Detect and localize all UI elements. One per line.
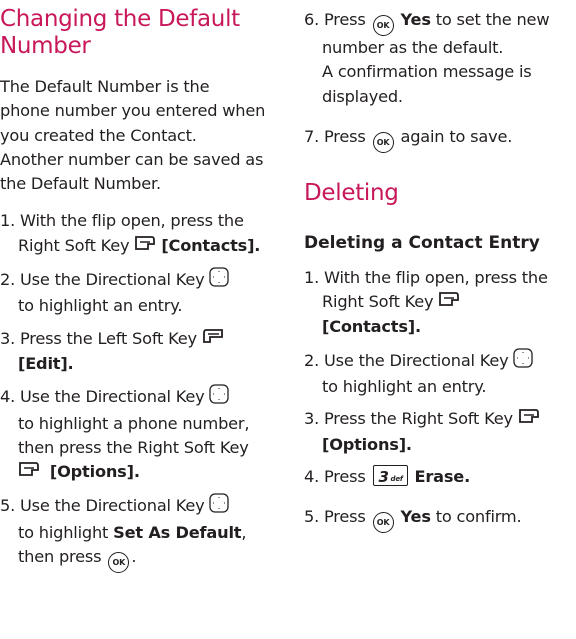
step-text: 5. Use the Directional Key: [0, 496, 205, 516]
key-3-letters: def: [390, 474, 403, 483]
section-heading-default-number: Changing the Default Number: [0, 6, 290, 60]
right-soft-key-icon: [18, 460, 40, 485]
step-cont: to highlight Set As Default,: [0, 521, 290, 545]
intro-line: The Default Number is the: [0, 77, 210, 96]
step-text: 4. Press: [304, 466, 366, 486]
ok-key-icon: OK: [372, 512, 394, 534]
step-text: Set As Default: [113, 522, 242, 542]
intro-line: Another number can be saved as: [0, 149, 264, 169]
key-3-icon: 3 def: [372, 464, 408, 486]
section-heading-deleting: Deleting: [304, 179, 399, 206]
right-column: 6. Press OK Yes to set the new number as…: [304, 0, 576, 534]
step-3: 3. Press the Left Soft Key [Edit].: [0, 327, 290, 377]
delete-step-3: 3. Press the Right Soft Key [Options].: [304, 407, 576, 457]
delete-step-5: 5. Press OK Yes to confirm.: [304, 505, 576, 534]
step-text: [Options].: [49, 462, 140, 482]
step-text: 1. With the flip open, press the: [304, 267, 548, 287]
delete-step-4: 4. Press 3 def Erase.: [304, 464, 576, 489]
step-text: displayed.: [322, 86, 403, 106]
left-soft-key-icon: [202, 327, 224, 352]
step-text: [Edit].: [18, 353, 74, 373]
step-text: [Contacts].: [161, 235, 261, 255]
directional-key-icon: [209, 493, 230, 520]
step-cont: Right Soft Key [Contacts].: [0, 234, 290, 259]
delete-step-1: 1. With the flip open, press the Right S…: [304, 266, 576, 340]
step-text: to confirm.: [435, 507, 522, 527]
step-6: 6. Press OK Yes to set the new number as…: [304, 8, 576, 109]
right-soft-key-icon: [134, 234, 156, 259]
intro-line: phone number you entered when: [0, 101, 266, 121]
step-text: Right Soft Key: [322, 292, 434, 312]
step-text: 4. Use the Directional Key: [0, 387, 205, 407]
step-text: 3. Press the Right Soft Key: [304, 409, 513, 429]
step-4: 4. Use the Directional Key to highlight …: [0, 384, 290, 485]
step-text: 6. Press: [304, 10, 366, 29]
heading-line-1: Changing the Default: [0, 6, 240, 32]
step-text: 3. Press the Left Soft Key: [0, 328, 197, 348]
step-text: .: [131, 547, 137, 567]
step-text: Erase.: [414, 466, 471, 486]
ok-key-icon: OK: [108, 552, 130, 574]
step-5: 5. Use the Directional Key to highlight …: [0, 493, 290, 574]
step-text: ,: [241, 522, 247, 542]
intro-paragraph: The Default Number is the phone number y…: [0, 75, 290, 196]
step-text: 2. Use the Directional Key: [304, 350, 509, 370]
step-7: 7. Press OK again to save.: [304, 125, 576, 153]
intro-line: the Default Number.: [0, 174, 161, 194]
directional-key-icon: [209, 384, 230, 411]
heading-line-2: Number: [0, 33, 91, 59]
step-text: [Contacts].: [322, 317, 421, 337]
step-cont: then press OK.: [0, 545, 290, 574]
step-cont: Right Soft Key: [304, 290, 576, 315]
step-text: [Options].: [322, 434, 412, 454]
step-text: to set the new: [435, 10, 550, 29]
step-text: Right Soft Key: [18, 235, 130, 255]
sub-heading-delete-contact: Deleting a Contact Entry: [304, 232, 540, 253]
step-2: 2. Use the Directional Key to highlight …: [0, 267, 290, 319]
step-text: to highlight a phone number,: [18, 413, 250, 433]
step-text: 2. Use the Directional Key: [0, 270, 205, 290]
directional-key-icon: [209, 267, 230, 294]
ok-key-icon: OK: [372, 131, 394, 153]
directional-key-icon: [513, 348, 534, 375]
step-text: again to save.: [400, 126, 513, 146]
step-text: 7. Press: [304, 126, 366, 146]
step-text: 5. Press: [304, 507, 366, 527]
left-column: Changing the Default Number The Default …: [0, 0, 290, 574]
step-text: then press: [18, 547, 102, 567]
delete-step-2: 2. Use the Directional Key to highlight …: [304, 348, 576, 400]
ok-key-icon: OK: [372, 15, 394, 36]
intro-line: you created the Contact.: [0, 125, 197, 145]
step-text: A confirmation message is: [322, 62, 532, 82]
right-soft-key-icon: [438, 290, 460, 315]
right-soft-key-icon: [518, 407, 540, 432]
step-text: 1. With the flip open, press the: [0, 211, 244, 231]
step-text: to highlight an entry.: [18, 296, 183, 316]
step-text: number as the default.: [322, 38, 504, 57]
step-text: Yes: [400, 10, 431, 29]
key-3-number: 3: [378, 467, 389, 486]
step-text: to highlight: [18, 522, 109, 542]
step-text: then press the Right Soft Key: [18, 437, 249, 457]
step-cont: [Options].: [0, 460, 290, 485]
step-text: to highlight an entry.: [322, 377, 487, 397]
step-text: Yes: [400, 507, 431, 527]
step-1: 1. With the flip open, press the Right S…: [0, 209, 290, 259]
